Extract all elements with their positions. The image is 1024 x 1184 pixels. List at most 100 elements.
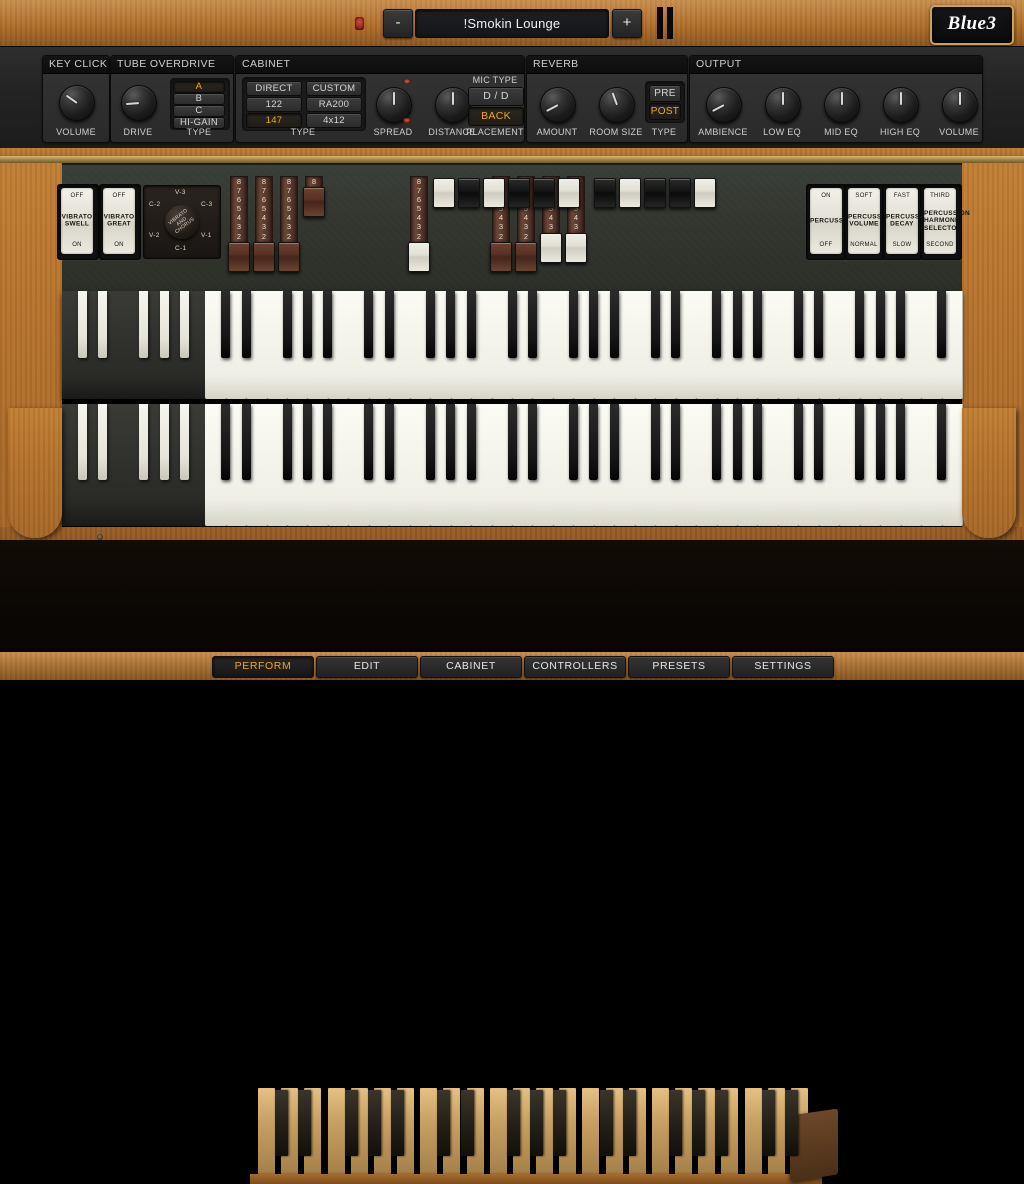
- overdrive-drive-knob[interactable]: [121, 85, 157, 121]
- drawbar-handle[interactable]: [433, 178, 455, 208]
- piano-key-sharp[interactable]: [876, 291, 885, 358]
- piano-key-sharp[interactable]: [467, 291, 476, 358]
- drawbar-handle[interactable]: [694, 178, 716, 208]
- pedal-key-sharp[interactable]: [785, 1090, 798, 1156]
- piano-key-sharp[interactable]: [753, 291, 762, 358]
- reverb-type-post[interactable]: POST: [649, 103, 681, 120]
- vibrato-pos-c1[interactable]: C-1: [175, 245, 186, 252]
- piano-key-sharp[interactable]: [446, 291, 455, 358]
- pedal-key[interactable]: [258, 1088, 275, 1180]
- key-click-volume-knob[interactable]: [59, 85, 95, 121]
- vibrato-pos-c2[interactable]: C-2: [149, 201, 160, 208]
- overdrive-type-b[interactable]: B: [173, 93, 225, 105]
- piano-key-sharp[interactable]: [364, 291, 373, 358]
- overdrive-type-c[interactable]: C: [173, 105, 225, 117]
- piano-key-sharp[interactable]: [221, 404, 230, 480]
- cabinet-mic-type-value[interactable]: D / D: [468, 87, 524, 106]
- piano-key-sharp[interactable]: [385, 291, 394, 358]
- vibrato-swell-switch[interactable]: OFF VIBRATOSWELL ON: [61, 188, 93, 254]
- pedal-row[interactable]: [258, 1088, 814, 1184]
- drawbar-handle[interactable]: [619, 178, 641, 208]
- piano-key-sharp[interactable]: [180, 404, 189, 480]
- pedal-key-sharp[interactable]: [391, 1090, 404, 1156]
- percussion-volume-switch[interactable]: SOFT PERCUSSIONVOLUME NORMAL: [848, 188, 880, 254]
- pedal-key-sharp[interactable]: [715, 1090, 728, 1156]
- percussion-onoff-switch[interactable]: ON PERCUSSION OFF: [810, 188, 842, 254]
- piano-key-sharp[interactable]: [426, 404, 435, 480]
- piano-key-sharp[interactable]: [589, 291, 598, 358]
- piano-key-sharp[interactable]: [671, 404, 680, 480]
- cabinet-type-custom[interactable]: CUSTOM: [306, 81, 362, 96]
- piano-key-sharp[interactable]: [98, 291, 107, 358]
- piano-key-sharp[interactable]: [323, 404, 332, 480]
- piano-key-sharp[interactable]: [896, 291, 905, 358]
- reverb-amount-knob[interactable]: [540, 87, 576, 123]
- drawbar-handle[interactable]: [483, 178, 505, 208]
- piano-key-sharp[interactable]: [855, 404, 864, 480]
- cabinet-type-ra200[interactable]: RA200: [306, 97, 362, 112]
- pedal-key[interactable]: [420, 1088, 437, 1180]
- overdrive-type-a[interactable]: A: [173, 81, 225, 93]
- vibrato-selector-knob[interactable]: VIBRATO AND CHORUS: [165, 205, 199, 239]
- piano-key-sharp[interactable]: [896, 404, 905, 480]
- piano-key-sharp[interactable]: [712, 291, 721, 358]
- drawbar-handle[interactable]: [408, 242, 430, 272]
- piano-key-sharp[interactable]: [160, 404, 169, 480]
- output-high-eq-knob[interactable]: [883, 87, 919, 123]
- drawbar-handle[interactable]: [669, 178, 691, 208]
- vibrato-chorus-selector[interactable]: V-3 C-3 V-1 C-1 V-2 C-2 VIBRATO AND CHOR…: [143, 185, 221, 259]
- piano-key-sharp[interactable]: [139, 291, 148, 358]
- piano-key-sharp[interactable]: [814, 404, 823, 480]
- drawbar-handle[interactable]: [515, 242, 537, 272]
- piano-key-sharp[interactable]: [303, 404, 312, 480]
- tab-cabinet[interactable]: CABINET: [420, 656, 522, 678]
- piano-key-sharp[interactable]: [242, 404, 251, 480]
- piano-key-sharp[interactable]: [937, 291, 946, 358]
- drawbar-handle[interactable]: [540, 233, 562, 263]
- pedal-key-sharp[interactable]: [461, 1090, 474, 1156]
- pedal-key-sharp[interactable]: [762, 1090, 775, 1156]
- piano-key-sharp[interactable]: [426, 291, 435, 358]
- piano-key-sharp[interactable]: [814, 291, 823, 358]
- tab-perform[interactable]: PERFORM: [212, 656, 314, 678]
- cabinet-distance-knob[interactable]: [435, 87, 471, 123]
- percussion-decay-switch[interactable]: FAST PERCUSSIONDECAY SLOW: [886, 188, 918, 254]
- piano-key-sharp[interactable]: [610, 404, 619, 480]
- piano-key-sharp[interactable]: [180, 291, 189, 358]
- piano-key-sharp[interactable]: [569, 291, 578, 358]
- drawbar-handle[interactable]: [565, 233, 587, 263]
- piano-key-sharp[interactable]: [712, 404, 721, 480]
- cabinet-type-147[interactable]: 147: [246, 113, 302, 128]
- drawbar-handle[interactable]: [228, 242, 250, 272]
- reverb-room-size-knob[interactable]: [599, 87, 635, 123]
- pedal-key-sharp[interactable]: [553, 1090, 566, 1156]
- vibrato-pos-v1[interactable]: V-1: [201, 232, 212, 239]
- tab-edit[interactable]: EDIT: [316, 656, 418, 678]
- piano-key-sharp[interactable]: [508, 404, 517, 480]
- piano-key-sharp[interactable]: [651, 404, 660, 480]
- piano-key-sharp[interactable]: [323, 291, 332, 358]
- piano-key-sharp[interactable]: [364, 404, 373, 480]
- piano-key-sharp[interactable]: [160, 291, 169, 358]
- piano-key-sharp[interactable]: [385, 404, 394, 480]
- preset-next-button[interactable]: +: [612, 9, 642, 38]
- pedal-key[interactable]: [652, 1088, 669, 1180]
- pedal-key-sharp[interactable]: [692, 1090, 705, 1156]
- piano-key-sharp[interactable]: [855, 291, 864, 358]
- percussion-harmonic-switch[interactable]: THIRD PERCUSSIONHARMONICSELECTOR SECOND: [924, 188, 956, 254]
- piano-key-sharp[interactable]: [876, 404, 885, 480]
- vibrato-great-switch[interactable]: OFF VIBRATOGREAT ON: [103, 188, 135, 254]
- piano-key-sharp[interactable]: [78, 291, 87, 358]
- cabinet-type-direct[interactable]: DIRECT: [246, 81, 302, 96]
- piano-key-sharp[interactable]: [733, 404, 742, 480]
- piano-key-sharp[interactable]: [589, 404, 598, 480]
- vibrato-pos-v2[interactable]: V-2: [149, 232, 160, 239]
- pedal-key[interactable]: [745, 1088, 762, 1180]
- upper-manual-keyboard[interactable]: [62, 291, 962, 399]
- drawbar-handle[interactable]: [278, 242, 300, 272]
- drawbar-handle[interactable]: [253, 242, 275, 272]
- pedal-key-sharp[interactable]: [600, 1090, 613, 1156]
- drawbar-handle[interactable]: [594, 178, 616, 208]
- vibrato-pos-v3[interactable]: V-3: [175, 189, 186, 196]
- piano-key-sharp[interactable]: [283, 291, 292, 358]
